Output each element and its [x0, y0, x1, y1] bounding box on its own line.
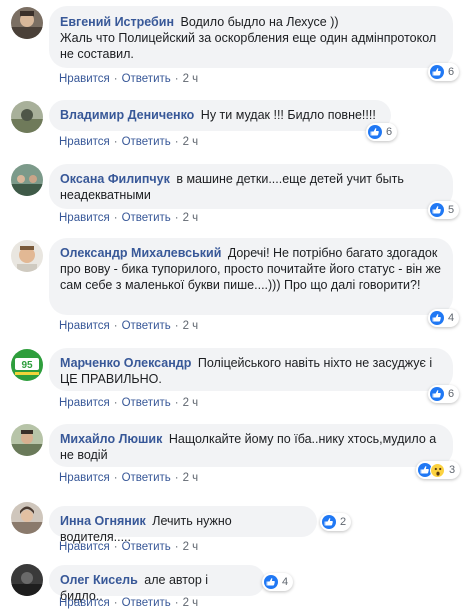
comment-actions: Нравится · Ответить · 2 ч: [59, 397, 199, 409]
like-link[interactable]: Нравится: [59, 597, 110, 609]
like-link[interactable]: Нравится: [59, 397, 110, 409]
comment-time[interactable]: 2 ч: [183, 397, 199, 409]
reaction-number: 2: [340, 516, 347, 528]
comment-author[interactable]: Евгений Истребин: [60, 15, 174, 29]
avatar[interactable]: [11, 564, 43, 596]
comment-bubble: Инна Огняник Лечить нужно водителя.....: [49, 506, 317, 544]
comment-actions: Нравится · Ответить · 2 ч: [59, 73, 199, 85]
comment-bubble: Оксана Филипчук в машине детки....еще де…: [49, 164, 453, 209]
reply-link[interactable]: Ответить: [122, 73, 171, 85]
reaction-number: 3: [449, 464, 456, 476]
comment-author[interactable]: Михайло Люшик: [60, 432, 162, 446]
reply-link[interactable]: Ответить: [122, 320, 171, 332]
avatar[interactable]: [11, 101, 43, 133]
comment-bubble: Михайло Люшик Нащолкайте йому по їба..ни…: [49, 424, 453, 467]
comment-bubble: Олег Кисель але автор і бидло..: [49, 565, 265, 603]
like-icon: [430, 203, 444, 217]
comment-actions: Нравится · Ответить · 2 ч: [59, 320, 199, 332]
reply-link[interactable]: Ответить: [122, 541, 171, 553]
like-icon: [430, 65, 444, 79]
reply-link[interactable]: Ответить: [122, 597, 171, 609]
like-icon: [264, 575, 278, 589]
comment-actions: Нравится · Ответить · 2 ч: [59, 212, 199, 224]
comment-bubble: Владимир Дениченко Ну ти мудак !!! Бидло…: [49, 100, 391, 131]
like-icon: [322, 515, 336, 529]
reaction-count[interactable]: 3: [416, 461, 461, 479]
comment-author[interactable]: Марченко Олександр: [60, 356, 191, 370]
like-link[interactable]: Нравится: [59, 541, 110, 553]
comment-author[interactable]: Олександр Михалевський: [60, 246, 221, 260]
reaction-count[interactable]: 4: [428, 309, 460, 327]
avatar[interactable]: [11, 7, 43, 39]
reaction-number: 5: [448, 204, 455, 216]
comment-bubble: Евгений Истребин Водило быдло на Лехусе …: [49, 6, 453, 68]
comment-actions: Нравится · Ответить · 2 ч: [59, 597, 199, 609]
comment-author[interactable]: Инна Огняник: [60, 514, 146, 528]
comment-actions: Нравится · Ответить · 2 ч: [59, 136, 199, 148]
comment-bubble: Олександр Михалевський Дoречі! Не потріб…: [49, 238, 453, 315]
comment-text: Ну ти мудак !!! Бидло повне!!!!: [200, 108, 376, 122]
reaction-number: 6: [448, 388, 455, 400]
like-icon: [430, 387, 444, 401]
comment-actions: Нравится · Ответить · 2 ч: [59, 472, 199, 484]
reaction-count[interactable]: 5: [428, 201, 460, 219]
reaction-number: 4: [282, 576, 289, 588]
reaction-count[interactable]: 6: [428, 63, 460, 81]
comment-time[interactable]: 2 ч: [183, 320, 199, 332]
comment-time[interactable]: 2 ч: [183, 73, 199, 85]
like-link[interactable]: Нравится: [59, 320, 110, 332]
comment-time[interactable]: 2 ч: [183, 597, 199, 609]
comment-actions: Нравится · Ответить · 2 ч: [59, 541, 199, 553]
comment-author[interactable]: Владимир Дениченко: [60, 108, 194, 122]
like-link[interactable]: Нравится: [59, 472, 110, 484]
comment-author[interactable]: Оксана Филипчук: [60, 172, 170, 186]
reaction-count[interactable]: 6: [366, 123, 398, 141]
avatar[interactable]: [11, 502, 43, 534]
wow-icon: [430, 462, 445, 478]
like-link[interactable]: Нравится: [59, 73, 110, 85]
reaction-count[interactable]: 6: [428, 385, 460, 403]
svg-text:95: 95: [21, 360, 33, 371]
avatar[interactable]: [11, 240, 43, 272]
avatar[interactable]: 95: [11, 349, 43, 381]
reaction-number: 6: [448, 66, 455, 78]
like-link[interactable]: Нравится: [59, 136, 110, 148]
reply-link[interactable]: Ответить: [122, 472, 171, 484]
comment-time[interactable]: 2 ч: [183, 136, 199, 148]
reply-link[interactable]: Ответить: [122, 136, 171, 148]
reaction-number: 4: [448, 312, 455, 324]
reply-link[interactable]: Ответить: [122, 212, 171, 224]
reaction-count[interactable]: 4: [262, 573, 294, 591]
comment-time[interactable]: 2 ч: [183, 472, 199, 484]
like-icon: [368, 125, 382, 139]
comment-time[interactable]: 2 ч: [183, 212, 199, 224]
reply-link[interactable]: Ответить: [122, 397, 171, 409]
reaction-count[interactable]: 2: [320, 513, 352, 531]
reaction-number: 6: [386, 126, 393, 138]
comment-bubble: Марченко Олександр Поліцейського навіть …: [49, 348, 453, 391]
like-link[interactable]: Нравится: [59, 212, 110, 224]
like-icon: [430, 311, 444, 325]
avatar[interactable]: [11, 164, 43, 196]
avatar[interactable]: [11, 424, 43, 456]
comment-time[interactable]: 2 ч: [183, 541, 199, 553]
comment-author[interactable]: Олег Кисель: [60, 573, 138, 587]
